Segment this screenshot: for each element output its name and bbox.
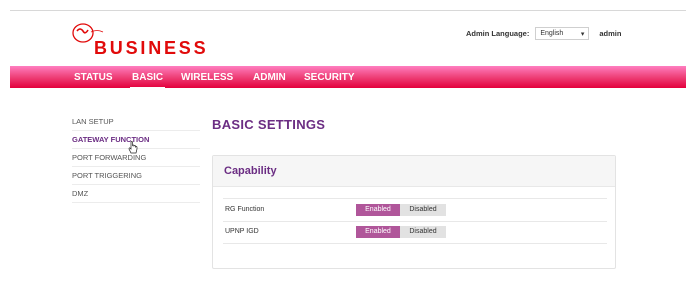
setting-row-upnp-igd: UPNP IGD Enabled Disabled [223,221,607,244]
setting-label: UPNP IGD [225,228,259,235]
rg-function-toggle: Enabled Disabled [356,204,446,216]
upnp-igd-toggle: Enabled Disabled [356,226,446,238]
admin-language-value: English [540,30,564,37]
admin-bar: Admin Language: English ▾ admin [466,27,621,40]
hand-cursor-icon [128,141,138,154]
sidebar: LAN SETUP GATEWAY FUNCTION PORT FORWARDI… [72,113,200,203]
brand-name: BUSINESS [94,38,209,58]
nav-item-wireless[interactable]: WIRELESS [181,72,233,83]
nav-item-security[interactable]: SECURITY [304,72,355,83]
setting-label: RG Function [225,206,265,213]
nav-item-admin[interactable]: ADMIN [253,72,286,83]
chevron-down-icon: ▾ [580,30,585,38]
sidebar-item-lan-setup[interactable]: LAN SETUP [72,113,200,131]
capability-panel: Capability RG Function Enabled Disabled … [212,155,616,269]
admin-language-label: Admin Language: [466,29,530,38]
admin-language-select[interactable]: English ▾ [535,27,590,40]
main-nav: STATUS BASIC WIRELESS ADMIN SECURITY [10,66,686,89]
panel-title: Capability [224,165,277,177]
setting-row-rg-function: RG Function Enabled Disabled [223,198,607,222]
page-title: BASIC SETTINGS [212,117,326,132]
enabled-option[interactable]: Enabled [356,226,400,238]
sidebar-item-port-triggering[interactable]: PORT TRIGGERING [72,167,200,185]
sidebar-item-dmz[interactable]: DMZ [72,185,200,203]
disabled-option[interactable]: Disabled [400,226,446,238]
admin-user-link[interactable]: admin [599,29,621,38]
top-divider [10,10,686,11]
nav-item-status[interactable]: STATUS [74,72,113,83]
virgin-media-logo: BUSINESS [72,22,212,64]
nav-item-basic[interactable]: BASIC [129,72,166,89]
enabled-option[interactable]: Enabled [356,204,400,216]
disabled-option[interactable]: Disabled [400,204,446,216]
